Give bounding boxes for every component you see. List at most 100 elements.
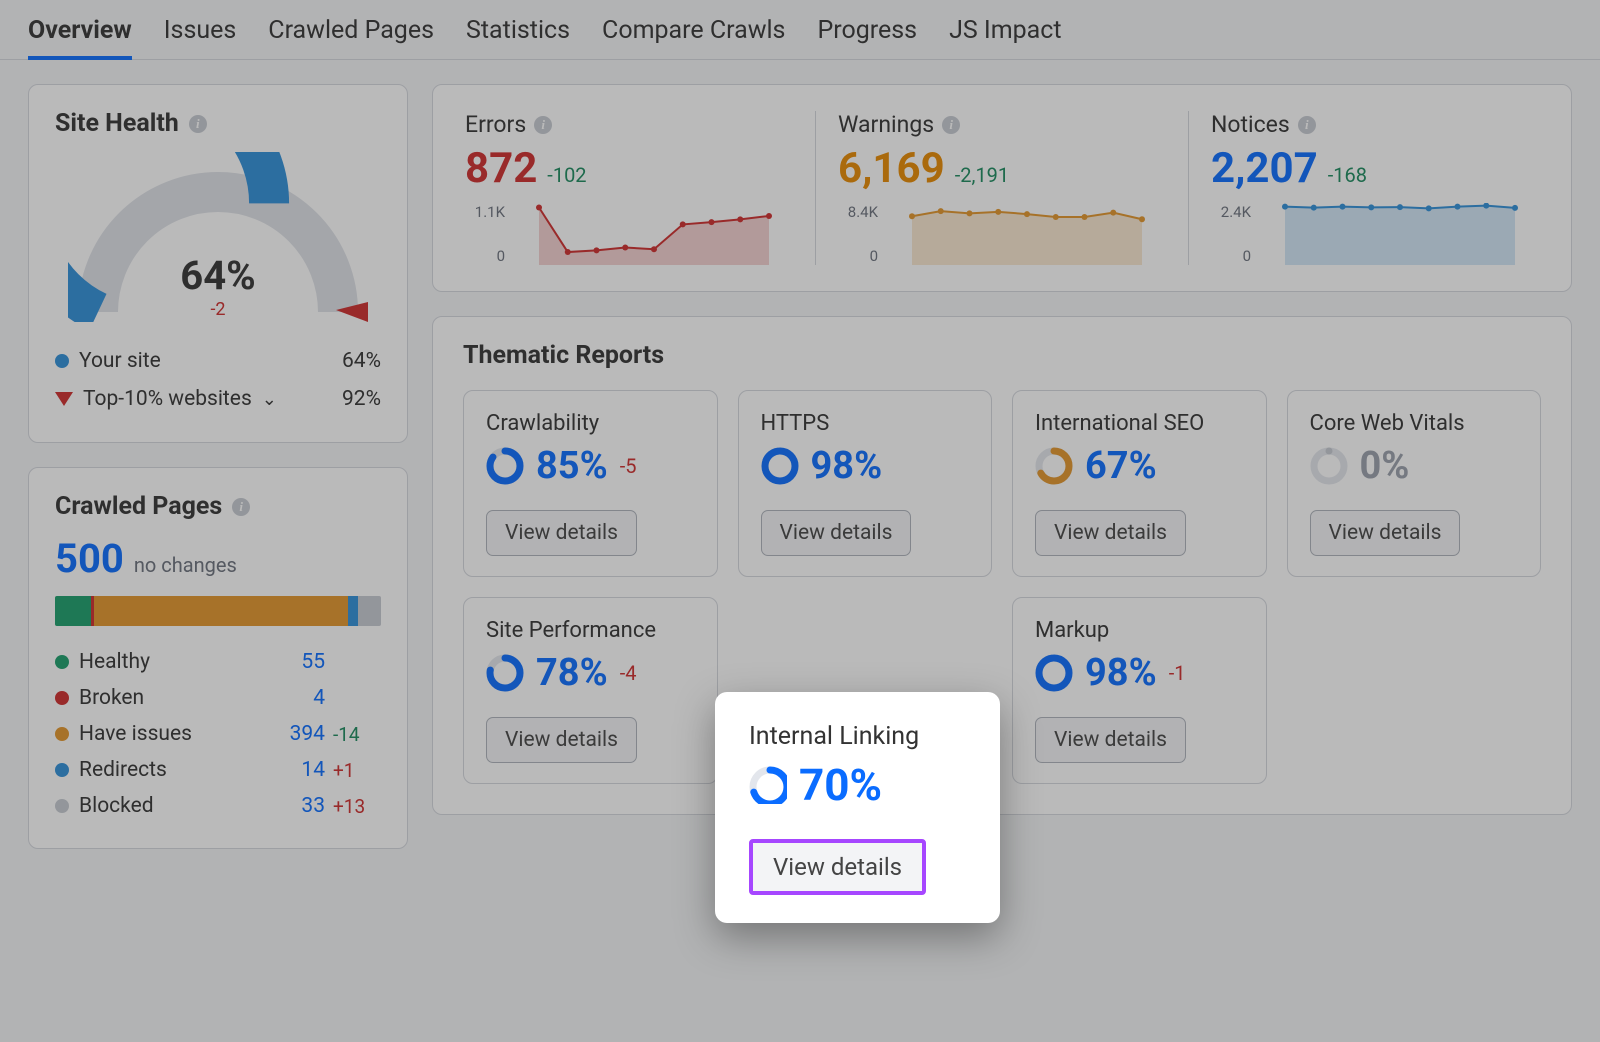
warnings-value[interactable]: 6,169 <box>838 144 945 193</box>
crawled-row[interactable]: Redirects 14 +1 <box>55 752 381 788</box>
tab-progress[interactable]: Progress <box>817 16 917 59</box>
view-details-button[interactable]: View details <box>486 717 637 763</box>
crawled-row-label: Blocked <box>79 794 154 818</box>
view-details-button[interactable]: View details <box>1310 510 1461 556</box>
errors-ymax: 1.1K <box>465 203 505 221</box>
report-card-international-seo: International SEO 67% View details <box>1012 390 1267 577</box>
report-card-core-web-vitals: Core Web Vitals 0% View details <box>1287 390 1542 577</box>
crawled-row[interactable]: Healthy55 <box>55 644 381 680</box>
site-health-delta: -2 <box>180 299 255 320</box>
report-card-crawlability: Crawlability 85% -5 View details <box>463 390 718 577</box>
tab-js-impact[interactable]: JS Impact <box>949 16 1061 59</box>
report-delta: -5 <box>620 454 637 478</box>
report-percent: 85% <box>536 444 608 488</box>
crawled-pages-card: Crawled Pages i 500 no changes Healthy55… <box>28 467 408 849</box>
info-icon[interactable]: i <box>534 116 552 134</box>
crawled-row-label: Have issues <box>79 722 192 746</box>
site-health-legend-row[interactable]: Top-10% websites ⌄ 92% <box>55 380 381 418</box>
site-health-percent: 64% <box>180 252 255 299</box>
info-icon[interactable]: i <box>1298 116 1316 134</box>
crawled-row-label: Healthy <box>79 650 150 674</box>
tab-overview[interactable]: Overview <box>28 16 132 59</box>
donut-icon <box>749 766 787 804</box>
report-title: HTTPS <box>761 411 970 436</box>
crawled-row-value: 14 <box>277 758 325 782</box>
triangle-down-icon <box>55 392 73 406</box>
dot-icon <box>55 799 69 813</box>
crawled-row-delta: +1 <box>333 759 381 782</box>
internal-linking-highlight-card: Internal Linking 70% View details <box>715 692 1000 923</box>
tab-crawled-pages[interactable]: Crawled Pages <box>268 16 434 59</box>
report-title: Core Web Vitals <box>1310 411 1519 436</box>
notices-value[interactable]: 2,207 <box>1211 144 1318 193</box>
crawled-pages-bar <box>55 596 381 626</box>
info-icon[interactable]: i <box>942 116 960 134</box>
errors-title: Errors <box>465 111 526 138</box>
report-delta: -1 <box>1169 661 1186 685</box>
legend-label: Top-10% websites <box>83 387 252 411</box>
site-health-title: Site Health <box>55 109 179 138</box>
errors-sparkline <box>515 203 793 265</box>
view-details-button[interactable]: View details <box>749 839 926 895</box>
tab-compare-crawls[interactable]: Compare Crawls <box>602 16 785 59</box>
crawled-row-delta: +13 <box>333 795 381 818</box>
report-percent: 98% <box>1085 651 1157 695</box>
dot-icon <box>55 354 69 368</box>
crawled-row-label: Broken <box>79 686 144 710</box>
donut-icon <box>761 447 799 485</box>
tab-issues[interactable]: Issues <box>164 16 237 59</box>
errors-card: Errorsi 872 -102 1.1K 0 <box>443 111 815 265</box>
info-icon[interactable]: i <box>189 115 207 133</box>
view-details-button[interactable]: View details <box>1035 717 1186 763</box>
view-details-button[interactable]: View details <box>1035 510 1186 556</box>
crawled-bar-segment <box>55 596 91 626</box>
warnings-delta: -2,191 <box>955 163 1009 187</box>
crawled-row-label: Redirects <box>79 758 167 782</box>
view-details-button[interactable]: View details <box>486 510 637 556</box>
dot-icon <box>55 727 69 741</box>
crawled-bar-segment <box>358 596 381 626</box>
crawled-row-value: 4 <box>277 686 325 710</box>
site-health-card: Site Health i 64% -2 Your site 64% Top-10%… <box>28 84 408 443</box>
warnings-sparkline <box>888 203 1166 265</box>
dot-icon <box>55 691 69 705</box>
errors-delta: -102 <box>547 163 586 187</box>
warnings-card: Warningsi 6,169 -2,191 8.4K0 <box>815 111 1188 265</box>
legend-label: Your site <box>79 349 161 373</box>
warnings-ymax: 8.4K <box>838 203 878 221</box>
donut-icon <box>486 447 524 485</box>
tab-statistics[interactable]: Statistics <box>466 16 570 59</box>
legend-value: 64% <box>342 349 381 373</box>
legend-value: 92% <box>342 387 381 411</box>
top-metrics-card: Errorsi 872 -102 1.1K0 Warningsi 6,169 -… <box>432 84 1572 292</box>
crawled-pages-title: Crawled Pages <box>55 492 222 521</box>
notices-card: Noticesi 2,207 -168 2.4K0 <box>1188 111 1561 265</box>
crawled-bar-segment <box>348 596 358 626</box>
site-health-gauge: 64% -2 <box>68 152 368 322</box>
errors-ymin: 0 <box>465 247 505 265</box>
crawled-total-sub: no changes <box>134 553 237 577</box>
crawled-row[interactable]: Broken 4 <box>55 680 381 716</box>
report-card-https: HTTPS 98% View details <box>738 390 993 577</box>
warnings-title: Warnings <box>838 111 934 138</box>
view-details-button[interactable]: View details <box>761 510 912 556</box>
crawled-row-delta: -14 <box>333 723 381 746</box>
report-card-markup: Markup 98% -1 View details <box>1012 597 1267 784</box>
chevron-down-icon[interactable]: ⌄ <box>262 389 277 410</box>
notices-ymin: 0 <box>1211 247 1251 265</box>
highlight-title: Internal Linking <box>749 722 966 751</box>
donut-icon <box>1035 447 1073 485</box>
report-percent: 98% <box>811 444 883 488</box>
crawled-row[interactable]: Blocked33+13 <box>55 788 381 824</box>
report-title: International SEO <box>1035 411 1244 436</box>
notices-delta: -168 <box>1328 163 1367 187</box>
reports-section-title: Thematic Reports <box>433 317 1571 376</box>
crawled-total[interactable]: 500 <box>55 535 124 582</box>
report-title: Site Performance <box>486 618 695 643</box>
crawled-row[interactable]: Have issues394-14 <box>55 716 381 752</box>
dot-icon <box>55 655 69 669</box>
report-delta: -4 <box>620 661 637 685</box>
highlight-percent: 70% <box>799 759 882 811</box>
errors-value[interactable]: 872 <box>465 144 537 193</box>
info-icon[interactable]: i <box>232 498 250 516</box>
